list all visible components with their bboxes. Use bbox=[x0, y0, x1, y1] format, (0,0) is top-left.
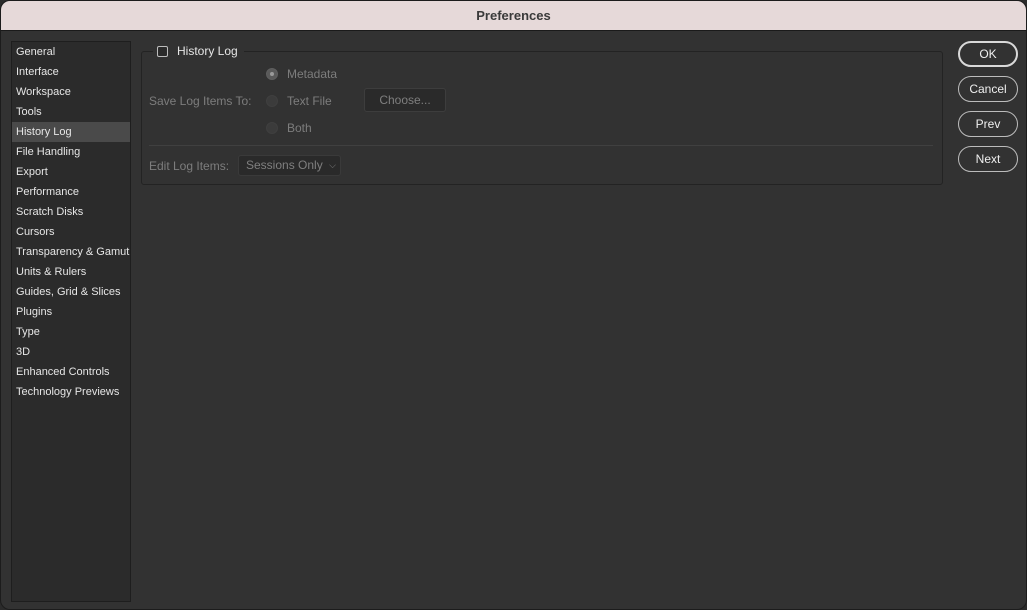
radio-metadata-label: Metadata bbox=[287, 67, 338, 81]
prev-button[interactable]: Prev bbox=[958, 111, 1018, 137]
sidebar-item-technology-previews[interactable]: Technology Previews bbox=[12, 382, 130, 402]
radio-text-file-label: Text File bbox=[287, 94, 332, 108]
sidebar-item-interface[interactable]: Interface bbox=[12, 62, 130, 82]
sidebar-item-cursors[interactable]: Cursors bbox=[12, 222, 130, 242]
sidebar-item-general[interactable]: General bbox=[12, 42, 130, 62]
sidebar-item-history-log[interactable]: History Log bbox=[12, 122, 130, 142]
window-title: Preferences bbox=[1, 1, 1026, 31]
choose-button[interactable]: Choose... bbox=[364, 88, 446, 112]
sidebar-item-performance[interactable]: Performance bbox=[12, 182, 130, 202]
sidebar-item-enhanced-controls[interactable]: Enhanced Controls bbox=[12, 362, 130, 382]
radio-both[interactable] bbox=[266, 122, 278, 134]
preferences-window: Preferences General Interface Workspace … bbox=[0, 0, 1027, 610]
sidebar-item-transparency-gamut[interactable]: Transparency & Gamut bbox=[12, 242, 130, 262]
chevron-down-icon: ⌵ bbox=[329, 160, 336, 170]
history-log-checkbox[interactable] bbox=[157, 45, 168, 57]
next-button[interactable]: Next bbox=[958, 146, 1018, 172]
sidebar-item-units-rulers[interactable]: Units & Rulers bbox=[12, 262, 130, 282]
ok-button[interactable]: OK bbox=[958, 41, 1018, 67]
radio-both-label: Both bbox=[287, 121, 312, 135]
edit-log-items-select[interactable]: Sessions Only ⌵ bbox=[238, 155, 341, 176]
sidebar-item-workspace[interactable]: Workspace bbox=[12, 82, 130, 102]
sidebar-item-tools[interactable]: Tools bbox=[12, 102, 130, 122]
sidebar-item-file-handling[interactable]: File Handling bbox=[12, 142, 130, 162]
radio-text-file[interactable] bbox=[266, 95, 278, 107]
save-log-items-label: Save Log Items To: bbox=[149, 94, 252, 108]
sidebar-item-guides-grid-slices[interactable]: Guides, Grid & Slices bbox=[12, 282, 130, 302]
preferences-sidebar: General Interface Workspace Tools Histor… bbox=[11, 41, 131, 602]
sidebar-item-scratch-disks[interactable]: Scratch Disks bbox=[12, 202, 130, 222]
cancel-button[interactable]: Cancel bbox=[958, 76, 1018, 102]
sidebar-item-type[interactable]: Type bbox=[12, 322, 130, 342]
sidebar-item-plugins[interactable]: Plugins bbox=[12, 302, 130, 322]
edit-log-items-label: Edit Log Items: bbox=[149, 159, 230, 173]
history-log-title: History Log bbox=[177, 44, 238, 58]
sidebar-item-export[interactable]: Export bbox=[12, 162, 130, 182]
history-log-header: History Log bbox=[153, 41, 244, 61]
edit-log-items-value: Sessions Only bbox=[246, 158, 323, 172]
group-divider bbox=[149, 145, 933, 146]
radio-metadata[interactable] bbox=[266, 68, 278, 80]
sidebar-item-3d[interactable]: 3D bbox=[12, 342, 130, 362]
